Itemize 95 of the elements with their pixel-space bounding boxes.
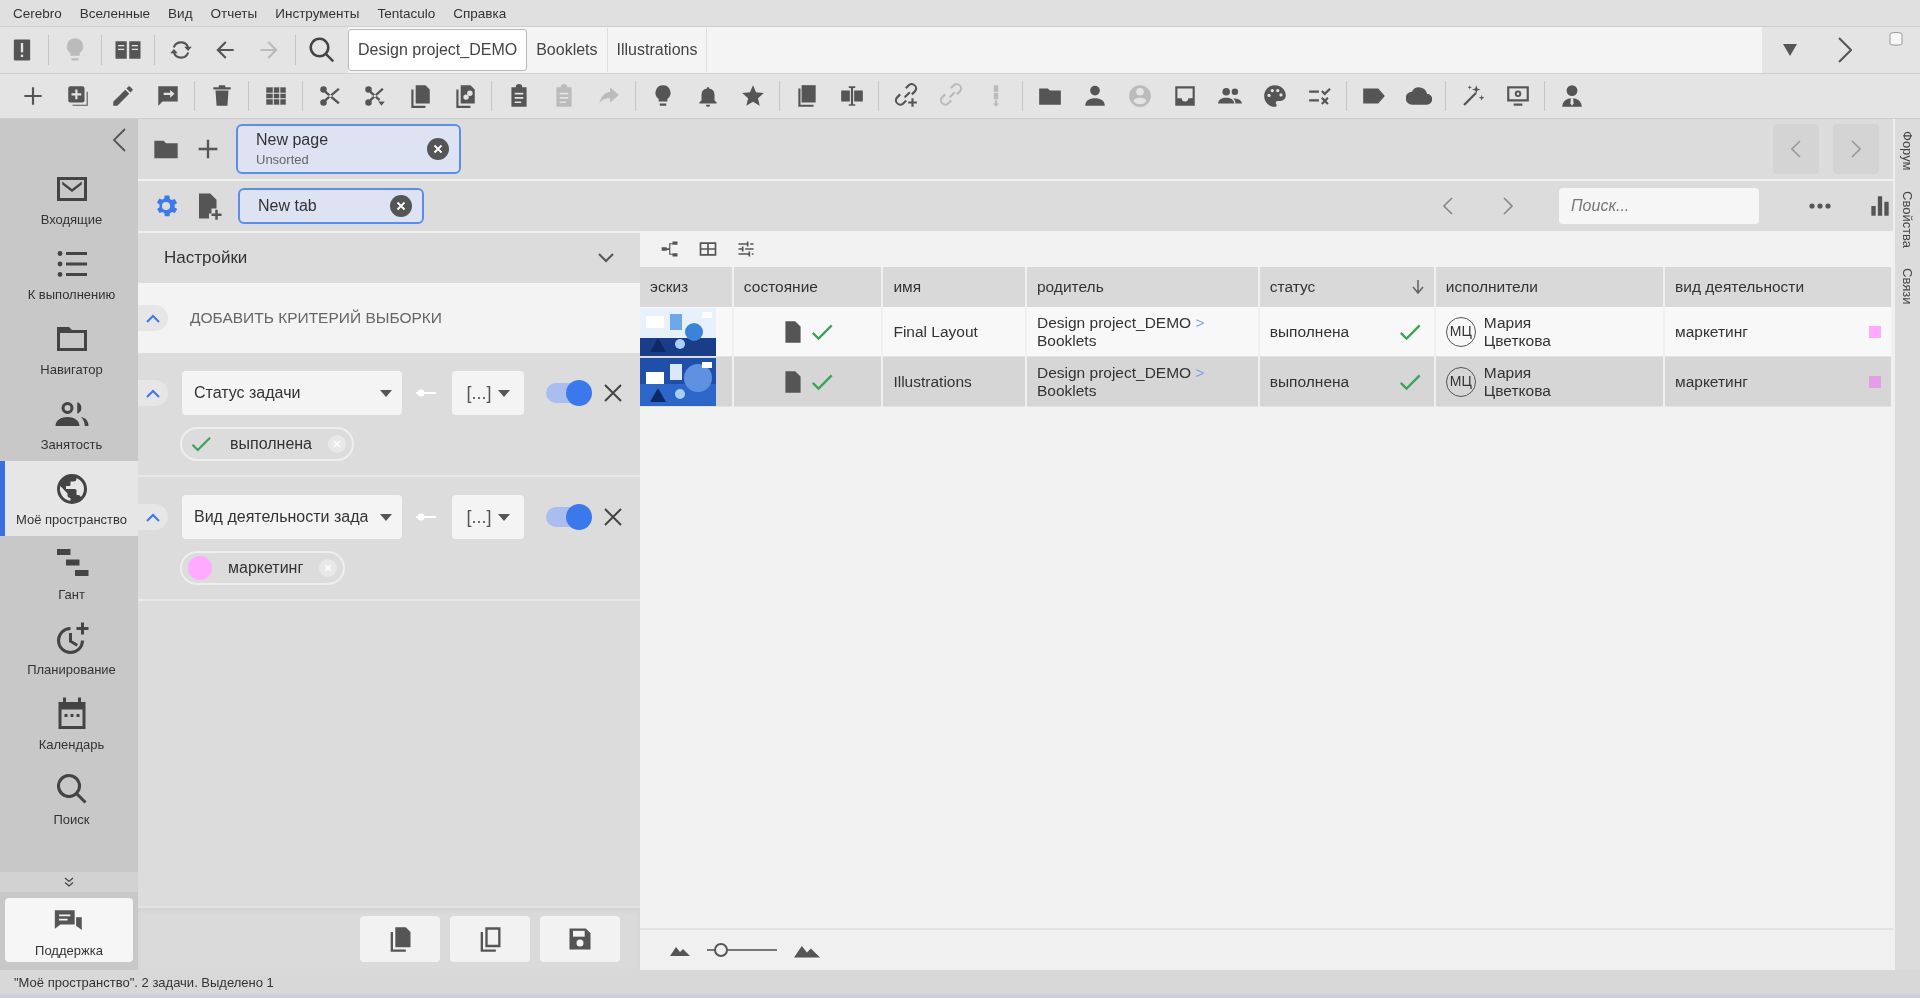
toggle-switch[interactable]	[546, 504, 592, 530]
collapse-button[interactable]	[138, 504, 168, 530]
operator-dropdown[interactable]: [...]	[452, 495, 524, 539]
page-tab-title: New page	[256, 131, 329, 149]
column-header[interactable]: статус	[1258, 267, 1435, 307]
dropdown-caret-icon	[497, 389, 510, 397]
column-header[interactable]: исполнители	[1434, 267, 1664, 307]
parent-path: Design project_DEMO > Booklets	[1036, 313, 1205, 349]
duplicate-button[interactable]	[450, 916, 530, 962]
palette-icon[interactable]	[1261, 83, 1288, 109]
breadcrumb-tab[interactable]: Booklets	[527, 28, 608, 72]
table-cell: выполнена	[1269, 322, 1350, 341]
link-plus-icon[interactable]	[892, 83, 919, 109]
menu-item[interactable]: Инструменты	[266, 5, 369, 21]
support-button[interactable]: Поддержка	[5, 898, 133, 962]
close-icon[interactable]	[390, 195, 412, 217]
column-header[interactable]: родитель	[1025, 267, 1259, 307]
menu-item[interactable]: Отчеты	[201, 5, 267, 21]
view-tab[interactable]: New tab	[238, 188, 424, 224]
value-label: выполнена	[230, 435, 312, 453]
chevron-left-icon[interactable]	[1443, 197, 1453, 215]
save-button[interactable]	[540, 916, 620, 962]
chevron-right-icon[interactable]	[1837, 37, 1852, 63]
copy-button[interactable]	[360, 916, 440, 962]
double-chevron-icon[interactable]	[64, 877, 74, 887]
chevron-right-icon[interactable]	[1503, 197, 1513, 215]
column-header[interactable]: вид деятельности	[1664, 267, 1892, 307]
side-tab[interactable]: Связи	[1900, 267, 1915, 304]
breadcrumb-tab[interactable]: Illustrations	[607, 28, 708, 72]
dropdown-caret-icon	[497, 513, 510, 521]
operator-dropdown[interactable]: [...]	[452, 371, 524, 415]
table-cell: Illustrations	[893, 372, 972, 390]
close-icon[interactable]	[427, 138, 449, 160]
search-icon[interactable]	[307, 35, 337, 65]
close-icon[interactable]	[604, 508, 622, 526]
collapse-button[interactable]	[138, 305, 168, 331]
menu-item[interactable]: Cerebro	[4, 5, 71, 21]
field-dropdown[interactable]: Вид деятельности зада	[182, 495, 402, 539]
column-header[interactable]: имя	[882, 267, 1026, 307]
sidebar-item[interactable]: Входящие	[0, 161, 138, 236]
sort-arrow-icon[interactable]	[1411, 280, 1424, 294]
assignee-name: Мария Цветкова	[1483, 313, 1552, 350]
dropdown-arrow-icon[interactable]	[1782, 44, 1797, 56]
value-label: маркетинг	[228, 559, 304, 577]
page-tab-subtitle: Unsorted	[256, 152, 310, 167]
menu-item[interactable]: Вселенные	[70, 5, 160, 21]
table-cell: Final Layout	[893, 322, 978, 340]
toggle-switch[interactable]	[546, 380, 592, 406]
sidebar-item[interactable]: Гант	[0, 536, 138, 611]
connector-icon	[416, 513, 436, 521]
tree-icon[interactable]	[660, 239, 680, 259]
sidebar-item[interactable]: Поиск	[0, 761, 138, 836]
parent-path: Design project_DEMO > Booklets	[1036, 363, 1205, 399]
side-tab[interactable]: Форум	[1900, 131, 1915, 171]
sidebar-item[interactable]: Планирование	[0, 611, 138, 686]
more-icon[interactable]	[1809, 203, 1831, 209]
dropdown-caret-icon	[380, 513, 392, 521]
sidebar-item[interactable]: Занятость	[0, 386, 138, 461]
sidebar-item[interactable]: Календарь	[0, 686, 138, 761]
monitor-gear-icon[interactable]	[1504, 83, 1531, 109]
menu-item[interactable]: Справка	[444, 5, 516, 21]
collapse-chevron-icon[interactable]	[112, 128, 126, 152]
value-chip[interactable]: выполнена	[180, 427, 354, 461]
field-dropdown[interactable]: Статус задачи	[182, 371, 402, 415]
chevron-up-icon	[146, 512, 160, 522]
value-chip[interactable]: маркетинг	[180, 551, 346, 585]
add-criterion-link[interactable]: ДОБАВИТЬ КРИТЕРИЙ ВЫБОРКИ	[190, 309, 442, 327]
sidebar-item[interactable]: К выполнению	[0, 236, 138, 311]
view-tab-label: New tab	[258, 197, 317, 215]
dropdown-caret-icon	[380, 389, 392, 397]
sidebar-item[interactable]: Моё пространство	[0, 461, 138, 536]
search-field[interactable]: Поиск...	[1559, 188, 1759, 224]
chevron-down-icon[interactable]	[598, 253, 614, 263]
side-tab[interactable]: Свойства	[1900, 190, 1915, 248]
panel-title: Настройки	[164, 248, 248, 268]
table-cell: маркетинг	[1675, 322, 1748, 341]
menu-item[interactable]: Tentaculo	[368, 5, 445, 21]
column-header[interactable]: эскиз	[640, 267, 733, 307]
connector-icon	[416, 389, 436, 397]
chevron-up-icon	[146, 388, 160, 398]
chevron-up-icon	[146, 313, 160, 323]
table-cell: выполнена	[1269, 372, 1350, 391]
collapse-button[interactable]	[138, 380, 168, 406]
sliders-icon[interactable]	[736, 239, 756, 259]
sidebar-item[interactable]: Навигатор	[0, 311, 138, 386]
close-icon[interactable]	[604, 384, 622, 402]
breadcrumb-tab[interactable]: Design project_DEMO	[348, 29, 528, 71]
menu-item[interactable]: Вид	[159, 5, 202, 21]
status-text: "Моё пространство". 2 задачи. Выделено 1	[14, 974, 274, 990]
page-tab[interactable]: New page Unsorted	[236, 124, 461, 174]
column-header[interactable]: состояние	[732, 267, 883, 307]
insert-column-icon[interactable]	[838, 83, 865, 109]
assignee-name: Мария Цветкова	[1483, 363, 1552, 400]
table-cell: маркетинг	[1675, 372, 1748, 391]
table-icon[interactable]	[698, 239, 718, 259]
